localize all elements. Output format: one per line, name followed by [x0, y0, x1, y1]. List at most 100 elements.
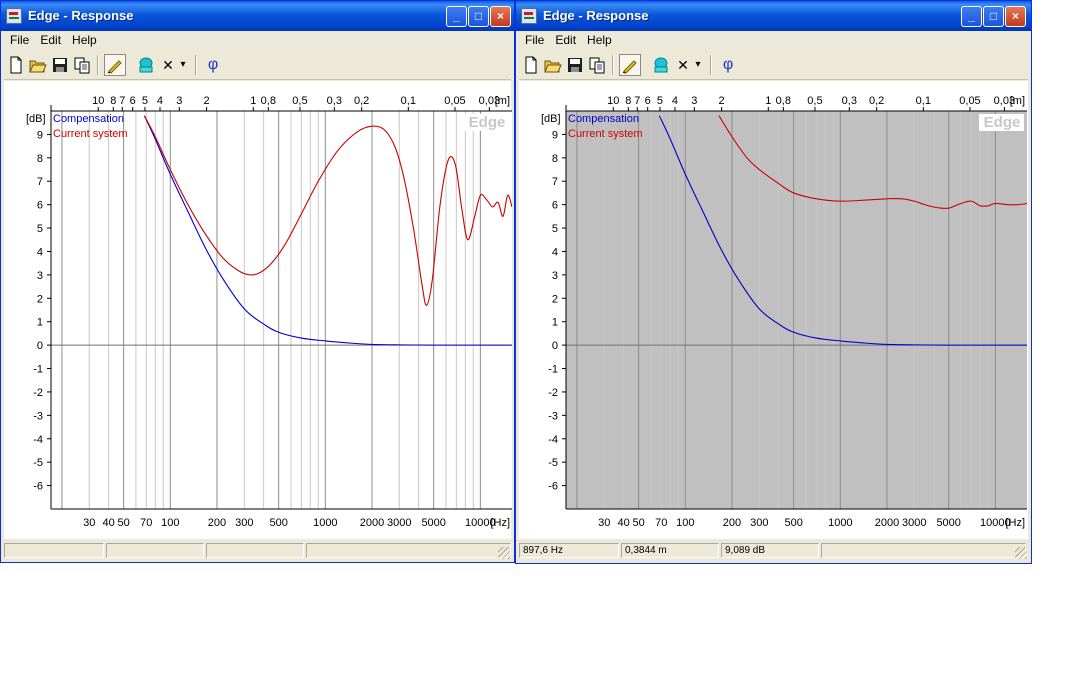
response-window-right: Edge - Response _ □ × File Edit Help ✕ ▾ φ… — [515, 0, 1032, 564]
copy-icon[interactable] — [586, 54, 608, 76]
delete-icon[interactable]: ✕ — [157, 54, 179, 76]
status-level: 9,089 dB — [721, 543, 819, 558]
top-tick-label: 0,5 — [292, 95, 307, 107]
x-tick-label: 3000 — [387, 517, 411, 529]
y-tick-label: 4 — [552, 246, 558, 258]
menu-help[interactable]: Help — [66, 31, 102, 47]
minimize-button[interactable]: _ — [446, 6, 467, 27]
response-plot[interactable]: 9 8 7 6 5 4 3 2 1 0 -1 -2 -3 -4 -5 -6 30 40 50 70 100 200 300 5… — [519, 81, 1028, 539]
y-tick-label: -4 — [548, 434, 558, 446]
legend-current-system: Current system — [53, 128, 128, 140]
y-tick-label: 3 — [552, 270, 558, 282]
x-tick-label: 5000 — [936, 517, 960, 529]
top-tick-label: 6 — [130, 95, 136, 107]
toolbar-separator — [195, 55, 197, 75]
x-tick-label: 30 — [83, 517, 95, 529]
top-tick-label: 0,1 — [401, 95, 416, 107]
y-tick-label: 2 — [552, 293, 558, 305]
maximize-button[interactable]: □ — [983, 6, 1004, 27]
copy-icon[interactable] — [71, 54, 93, 76]
title-bar[interactable]: Edge - Response _ □ × — [1, 1, 514, 31]
menu-file[interactable]: File — [4, 31, 34, 47]
toolbar-separator — [612, 55, 614, 75]
save-icon[interactable] — [564, 54, 586, 76]
top-tick-label: 0,5 — [807, 95, 822, 107]
y-tick-label: 9 — [37, 129, 43, 141]
x-axis-unit: [Hz] — [1005, 517, 1025, 529]
legend-compensation: Compensation — [53, 113, 124, 125]
y-tick-label: -2 — [548, 387, 558, 399]
open-icon[interactable] — [27, 54, 49, 76]
resize-grip[interactable] — [1015, 547, 1027, 559]
dropdown-arrow-icon[interactable]: ▾ — [692, 54, 704, 76]
top-tick-label: 8 — [625, 95, 631, 107]
x-tick-label: 40 — [102, 517, 114, 529]
top-tick-label: 0,05 — [959, 95, 980, 107]
x-tick-label: 300 — [750, 517, 768, 529]
top-tick-label: 6 — [645, 95, 651, 107]
status-distance — [106, 543, 204, 558]
speaker-icon[interactable] — [650, 54, 672, 76]
top-tick-label: 0,2 — [869, 95, 884, 107]
x-tick-label: 40 — [617, 517, 629, 529]
draw-pen-icon[interactable] — [619, 54, 641, 76]
status-bar — [4, 542, 511, 560]
resize-grip[interactable] — [498, 547, 510, 559]
x-tick-label: 300 — [235, 517, 253, 529]
y-axis-unit: [dB] — [541, 113, 561, 125]
app-icon[interactable] — [6, 8, 22, 24]
x-tick-label: 500 — [784, 517, 802, 529]
phase-icon[interactable]: φ — [717, 54, 739, 76]
y-tick-label: 0 — [37, 340, 43, 352]
legend-current-system: Current system — [568, 128, 643, 140]
plot-area — [51, 111, 512, 509]
x-tick-label: 100 — [161, 517, 179, 529]
watermark: Edge — [984, 114, 1021, 131]
toolbar-separator — [710, 55, 712, 75]
y-tick-label: 5 — [552, 223, 558, 235]
menu-help[interactable]: Help — [581, 31, 617, 47]
open-icon[interactable] — [542, 54, 564, 76]
title-bar[interactable]: Edge - Response _ □ × — [516, 1, 1031, 31]
plot-area — [566, 111, 1027, 509]
menu-file[interactable]: File — [519, 31, 549, 47]
phase-icon[interactable]: φ — [202, 54, 224, 76]
top-tick-label: 0,2 — [354, 95, 369, 107]
x-tick-label: 50 — [118, 517, 130, 529]
speaker-icon[interactable] — [135, 54, 157, 76]
y-tick-label: 1 — [552, 317, 558, 329]
y-tick-label: 7 — [552, 176, 558, 188]
x-tick-label: 1000 — [828, 517, 852, 529]
dropdown-arrow-icon[interactable]: ▾ — [177, 54, 189, 76]
minimize-button[interactable]: _ — [961, 6, 982, 27]
new-icon[interactable] — [5, 54, 27, 76]
top-tick-label: 0,1 — [916, 95, 931, 107]
y-tick-label: 1 — [37, 317, 43, 329]
top-tick-label: 3 — [691, 95, 697, 107]
app-icon[interactable] — [521, 8, 537, 24]
close-button[interactable]: × — [490, 6, 511, 27]
y-tick-label: 6 — [552, 200, 558, 212]
y-tick-label: 3 — [37, 270, 43, 282]
draw-pen-icon[interactable] — [104, 54, 126, 76]
maximize-button[interactable]: □ — [468, 6, 489, 27]
response-chart-svg: 9876543210-1-2-3-4-5-630 40 50 70 100 200 300 5… — [541, 95, 1027, 529]
delete-icon[interactable]: ✕ — [672, 54, 694, 76]
response-plot[interactable]: 9 8 7 6 5 4 3 2 1 0 -1 -2 -3 -4 -5 -6 30 40 50 70 100 200 300 5… — [4, 81, 512, 539]
y-tick-label: -4 — [33, 434, 43, 446]
top-tick-label: 0,05 — [444, 95, 465, 107]
y-tick-label: -5 — [33, 457, 43, 469]
y-tick-label: 6 — [37, 200, 43, 212]
new-icon[interactable] — [520, 54, 542, 76]
menu-edit[interactable]: Edit — [34, 31, 66, 47]
top-tick-label: 0,3 — [327, 95, 342, 107]
x-tick-label: 5000 — [421, 517, 445, 529]
window-title: Edge - Response — [28, 8, 134, 23]
x-tick-label: 2000 — [360, 517, 384, 529]
y-tick-label: -1 — [33, 364, 43, 376]
close-button[interactable]: × — [1005, 6, 1026, 27]
save-icon[interactable] — [49, 54, 71, 76]
menu-edit[interactable]: Edit — [549, 31, 581, 47]
top-axis-unit: [m] — [1010, 95, 1025, 107]
top-tick-label: 8 — [110, 95, 116, 107]
